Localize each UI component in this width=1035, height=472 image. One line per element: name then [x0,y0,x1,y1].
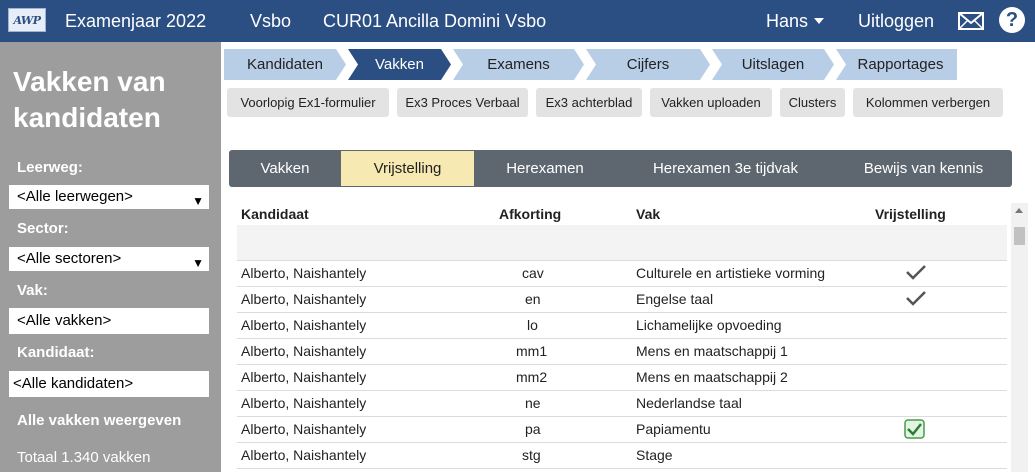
cell-vak: Papiamentu [636,421,711,437]
scroll-thumb[interactable] [1014,227,1025,245]
cell-afkorting: stg [522,447,541,463]
tab-vrijstelling[interactable]: Vrijstelling [341,151,474,186]
cell-vak: Lichamelijke opvoeding [636,317,782,333]
sector-select[interactable]: <Alle sectoren> ▼ [9,247,209,271]
cell-kandidaat: Alberto, Naishantely [241,265,367,281]
sidebar-title: Vakken van kandidaten [13,66,166,133]
question-icon[interactable]: ? [999,7,1025,33]
school-name[interactable]: CUR01 Ancilla Domini Vsbo [323,11,546,32]
kandidaat-label: Kandidaat: [17,344,95,361]
cell-kandidaat: Alberto, Naishantely [241,421,367,437]
tab-bewijs-van-kennis[interactable]: Bewijs van kennis [835,150,1012,187]
nav-tab-label: Uitslagen [741,56,805,73]
logout-link[interactable]: Uitloggen [858,11,934,32]
cell-vak: Culturele en artistieke vorming [636,265,826,281]
nav-tab-rapportages[interactable]: Rapportages [836,49,957,80]
nav-tab-label: Rapportages [857,56,944,73]
header-vak[interactable]: Vak [636,206,660,222]
header-afkorting[interactable]: Afkorting [499,206,561,222]
table-row[interactable]: Alberto, Naishantely stg Stage [237,443,1007,469]
sector-label: Sector: [17,220,69,237]
nav-tab-label: Cijfers [626,56,670,73]
logo-text: AWP [13,13,41,27]
cell-kandidaat: Alberto, Naishantely [241,343,367,359]
envelope-icon[interactable] [958,12,984,30]
nav-tab-cijfers[interactable]: Cijfers [586,49,710,80]
cell-vak: Nederlandse taal [636,395,742,411]
nav-tab-examens[interactable]: Examens [453,49,584,80]
vak-label: Vak: [17,282,48,299]
checkmark-icon[interactable] [905,289,927,307]
cell-afkorting: ne [525,395,541,411]
table-row[interactable]: Alberto, Naishantely en Engelse taal [237,287,1007,313]
cell-kandidaat: Alberto, Naishantely [241,291,367,307]
awp-logo[interactable]: AWP [8,8,46,32]
cell-kandidaat: Alberto, Naishantely [241,395,367,411]
leerweg-select[interactable]: <Alle leerwegen> ▼ [9,185,209,209]
chevron-down-icon: ▼ [192,194,204,208]
table-row[interactable]: Alberto, Naishantely mm2 Mens en maatsch… [237,365,1007,391]
user-menu[interactable]: Hans [766,11,825,32]
table-header: Kandidaat Afkorting Vak Vrijstelling [237,203,1007,225]
exam-year[interactable]: Examenjaar 2022 [65,11,206,32]
cell-kandidaat: Alberto, Naishantely [241,317,367,333]
hide-columns-button[interactable]: Kolommen verbergen [853,88,1003,117]
leerweg-value: <Alle leerwegen> [17,188,133,205]
cell-afkorting: cav [522,265,544,281]
sidebar: Vakken van kandidaten Leerweg: <Alle lee… [0,42,221,472]
nav-tab-kandidaten[interactable]: Kandidaten [224,49,346,80]
chevron-down-icon: ▼ [192,256,204,270]
vak-select[interactable]: <Alle vakken> [9,308,209,334]
vak-value: <Alle vakken> [17,312,112,329]
checkmark-icon[interactable] [905,263,927,281]
scroll-up-icon[interactable] [1015,208,1023,213]
header-kandidaat[interactable]: Kandidaat [241,206,309,222]
cell-vak: Mens en maatschappij 2 [636,369,788,385]
cell-vak: Mens en maatschappij 1 [636,343,788,359]
cell-vak: Engelse taal [636,291,714,307]
cell-afkorting: mm2 [516,369,548,385]
checkbox-checked-icon[interactable] [904,419,925,439]
kandidaat-select[interactable]: <Alle kandidaten> [9,371,209,397]
user-name: Hans [766,11,809,31]
cell-afkorting: lo [527,317,538,333]
table-row[interactable]: Alberto, Naishantely ne Nederlandse taal [237,391,1007,417]
tab-herexamen-3e-tijdvak[interactable]: Herexamen 3e tijdvak [616,150,835,187]
leerweg-label: Leerweg: [17,159,83,176]
nav-tab-label: Vakken [375,56,424,73]
ex3-proces-verbaal-button[interactable]: Ex3 Proces Verbaal [397,88,528,117]
kandidaat-value: <Alle kandidaten> [13,375,134,392]
cell-afkorting: pa [525,421,541,437]
ex3-achterblad-button[interactable]: Ex3 achterblad [536,88,642,117]
cell-vak: Stage [636,447,673,463]
tab-herexamen[interactable]: Herexamen [474,150,616,187]
upload-subjects-button[interactable]: Vakken uploaden [650,88,772,117]
chevron-down-icon [814,17,825,24]
total-count: Totaal 1.340 vakken [17,449,151,466]
tab-bar: Vakken Vrijstelling Herexamen Herexamen … [229,150,1012,187]
cell-kandidaat: Alberto, Naishantely [241,447,367,463]
subjects-table: Kandidaat Afkorting Vak Vrijstelling Alb… [237,203,1007,472]
ex1-form-button[interactable]: Voorlopig Ex1-formulier [227,88,389,117]
nav-tab-uitslagen[interactable]: Uitslagen [712,49,834,80]
tab-vakken[interactable]: Vakken [229,150,341,187]
department[interactable]: Vsbo [250,11,291,32]
cell-kandidaat: Alberto, Naishantely [241,369,367,385]
top-header: AWP Examenjaar 2022 Vsbo CUR01 Ancilla D… [0,0,1035,42]
nav-tab-vakken[interactable]: Vakken [348,49,451,80]
clusters-button[interactable]: Clusters [780,88,845,117]
show-all-link[interactable]: Alle vakken weergeven [17,412,181,429]
table-row[interactable]: Alberto, Naishantely cav Culturele en ar… [237,261,1007,287]
table-row[interactable]: Alberto, Naishantely pa Papiamentu [237,417,1007,443]
nav-tab-label: Kandidaten [247,56,323,73]
cell-afkorting: en [525,291,541,307]
header-vrijstelling[interactable]: Vrijstelling [875,206,946,222]
table-scrollbar[interactable] [1011,203,1028,472]
nav-tab-label: Examens [487,56,550,73]
sector-value: <Alle sectoren> [17,250,122,267]
cell-afkorting: mm1 [516,343,548,359]
table-row[interactable]: Alberto, Naishantely lo Lichamelijke opv… [237,313,1007,339]
table-row[interactable]: Alberto, Naishantely mm1 Mens en maatsch… [237,339,1007,365]
